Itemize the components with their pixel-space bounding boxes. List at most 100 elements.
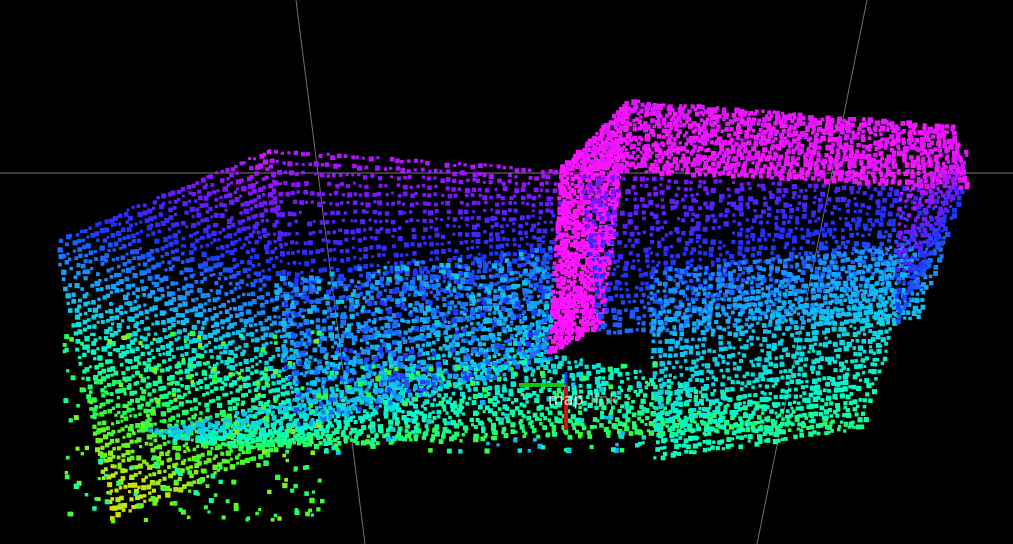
point	[532, 412, 538, 418]
point	[167, 235, 172, 240]
point	[226, 183, 230, 187]
point	[429, 290, 433, 294]
point	[377, 424, 383, 430]
point	[216, 246, 220, 250]
point	[607, 420, 612, 424]
point	[335, 384, 339, 388]
point	[126, 227, 132, 232]
point	[147, 417, 152, 422]
point	[206, 233, 212, 239]
point	[407, 392, 413, 398]
point	[208, 348, 213, 353]
point	[123, 468, 128, 473]
point	[522, 310, 527, 314]
point	[586, 297, 591, 302]
point	[226, 224, 232, 230]
point	[467, 396, 472, 401]
point	[315, 406, 319, 410]
point	[317, 343, 322, 348]
point	[351, 155, 356, 160]
point	[216, 189, 220, 193]
point	[383, 302, 388, 307]
point	[300, 337, 304, 342]
point	[203, 350, 207, 354]
point	[557, 410, 563, 416]
point	[246, 292, 251, 297]
point	[315, 318, 321, 323]
point	[162, 441, 167, 446]
point	[518, 230, 523, 236]
point	[427, 193, 432, 198]
point	[501, 181, 506, 186]
point	[106, 235, 110, 239]
point	[389, 156, 395, 162]
point	[536, 243, 542, 248]
point	[576, 257, 580, 262]
point	[205, 243, 210, 248]
point	[272, 196, 278, 201]
point	[441, 296, 447, 302]
point	[204, 402, 210, 408]
point	[162, 352, 166, 356]
point	[219, 285, 224, 289]
point	[471, 261, 476, 266]
point	[529, 243, 534, 248]
point	[281, 320, 287, 327]
point	[309, 420, 314, 425]
point	[249, 255, 253, 259]
point	[239, 279, 245, 285]
point	[451, 391, 456, 396]
point	[292, 413, 296, 417]
point	[392, 340, 397, 345]
point	[492, 411, 498, 417]
3d-viewport[interactable]: map link	[0, 0, 1013, 544]
point	[315, 298, 322, 304]
point	[167, 391, 172, 395]
point	[502, 384, 507, 389]
point	[347, 410, 351, 414]
point	[500, 196, 505, 201]
point	[204, 343, 209, 348]
point	[603, 426, 609, 433]
point	[176, 394, 182, 399]
point	[426, 202, 431, 206]
point	[242, 267, 248, 273]
point	[148, 216, 154, 222]
point-cloud-scene[interactable]: map link	[0, 0, 1013, 544]
point	[262, 275, 267, 280]
point	[435, 217, 439, 221]
point	[244, 236, 249, 241]
point	[279, 259, 283, 263]
point	[127, 359, 133, 364]
point	[125, 284, 131, 290]
point	[553, 169, 559, 175]
point	[367, 334, 373, 341]
point	[369, 245, 374, 250]
point	[409, 438, 413, 442]
point	[85, 376, 91, 382]
point	[542, 256, 547, 261]
point	[177, 295, 183, 301]
point	[539, 188, 544, 192]
point	[281, 377, 286, 383]
point	[133, 414, 138, 418]
point	[232, 257, 237, 262]
point	[185, 399, 189, 404]
point	[205, 433, 210, 439]
point	[533, 187, 539, 193]
point	[118, 305, 123, 310]
point	[509, 409, 516, 415]
point	[470, 239, 475, 244]
point	[510, 333, 514, 338]
point	[303, 407, 308, 412]
point	[98, 279, 102, 283]
point	[135, 287, 140, 292]
point	[169, 374, 175, 381]
point	[283, 406, 289, 412]
point	[427, 176, 431, 181]
point	[169, 307, 173, 312]
point	[535, 300, 540, 305]
point	[235, 187, 239, 191]
point	[510, 314, 516, 320]
point	[213, 212, 219, 218]
